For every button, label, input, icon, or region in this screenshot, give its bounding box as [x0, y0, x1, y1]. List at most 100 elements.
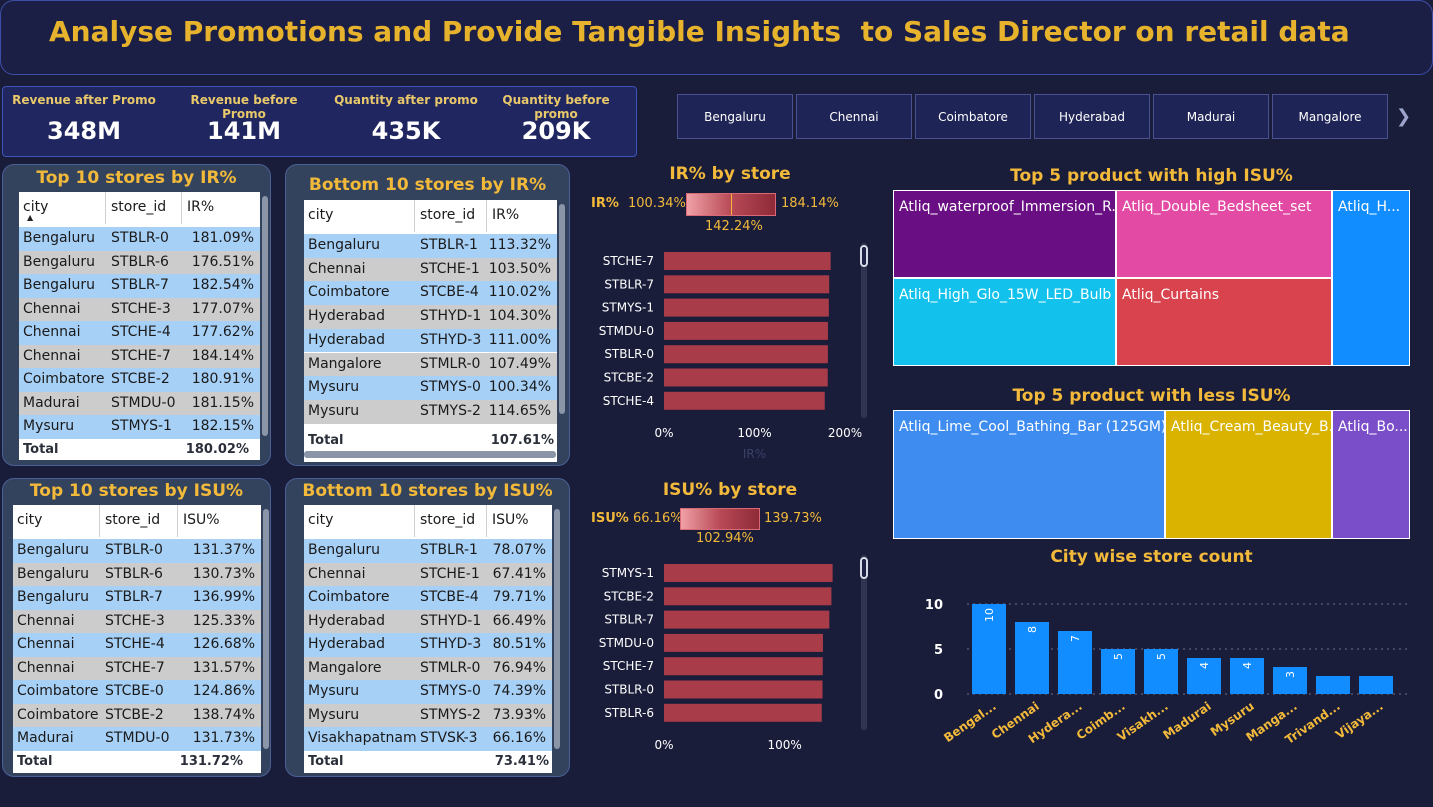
- treemap-tile[interactable]: Atliq_H...: [1333, 191, 1409, 365]
- column-header[interactable]: ISU%: [183, 512, 220, 528]
- table-header: city store_id ISU%: [304, 505, 552, 537]
- table-row[interactable]: Bengaluru STBLR-1 113.32%: [304, 234, 557, 258]
- table-cell: 182.15%: [191, 418, 254, 434]
- tile-label: Atliq_H...: [1338, 199, 1401, 215]
- tick-label: 200%: [828, 426, 862, 440]
- table-row[interactable]: Bengaluru STBLR-7 182.54%: [19, 274, 260, 298]
- table-row[interactable]: Chennai STCHE-4 177.62%: [19, 321, 260, 345]
- legend-max: 184.14%: [781, 196, 839, 211]
- table-row[interactable]: Madurai STMDU-0 181.15%: [19, 391, 260, 415]
- table-cell: Madurai: [17, 730, 74, 746]
- treemap-tile[interactable]: Atliq_Lime_Cool_Bathing_Bar (125GM): [894, 411, 1166, 538]
- table-row[interactable]: Bengaluru STBLR-1 78.07%: [304, 539, 552, 563]
- table-cell: Bengaluru: [23, 253, 95, 270]
- table-row[interactable]: Coimbatore STCBE-0 124.86%: [13, 680, 261, 704]
- chevron-right-icon[interactable]: ❯: [1396, 106, 1411, 127]
- legend-label: IR%: [591, 196, 619, 211]
- table-row[interactable]: Chennai STCHE-3 125.33%: [13, 609, 261, 633]
- bottom-ir-table: city store_id IR% Bengaluru STBLR-1 113.32% Ch…: [304, 200, 557, 462]
- table-row[interactable]: Chennai STCHE-7 184.14%: [19, 344, 260, 368]
- sort-ascending-icon[interactable]: ▲: [27, 213, 33, 222]
- table-cell: 78.07%: [492, 542, 546, 558]
- slicer-city[interactable]: Madurai: [1153, 94, 1269, 139]
- category-label: Madurai: [1160, 699, 1213, 742]
- table-row[interactable]: Chennai STCHE-1 67.41%: [304, 562, 552, 586]
- table-row[interactable]: Bengaluru STBLR-6 176.51%: [19, 250, 260, 274]
- table-row[interactable]: Chennai STCHE-4 126.68%: [13, 633, 261, 657]
- table-row[interactable]: Mysuru STMYS-0 74.39%: [304, 680, 552, 704]
- scroll-thumb[interactable]: [860, 245, 868, 267]
- table-row[interactable]: Hyderabad STHYD-3 80.51%: [304, 633, 552, 657]
- column-header[interactable]: IR%: [492, 207, 519, 223]
- table-header: city store_id ISU%: [13, 505, 261, 537]
- treemap-tile[interactable]: Atliq_Cream_Beauty_B...: [1166, 411, 1342, 538]
- table-cell: 107.49%: [488, 355, 551, 372]
- slicer-city[interactable]: Bengaluru: [677, 94, 793, 139]
- horizontal-scrollbar[interactable]: [304, 451, 556, 458]
- slicer-city[interactable]: Mangalore: [1272, 94, 1388, 139]
- table-cell: STHYD-3: [420, 331, 482, 348]
- table-row[interactable]: Hyderabad STHYD-3 111.00%: [304, 328, 557, 353]
- bar: [1359, 676, 1393, 694]
- table-row[interactable]: Madurai STMDU-0 131.73%: [13, 727, 261, 751]
- table-row[interactable]: Visakhapatnam STVSK-3 66.16%: [304, 727, 552, 751]
- table-scrollbar[interactable]: [263, 509, 269, 749]
- table-cell: STBLR-6: [111, 253, 169, 270]
- table-row[interactable]: Mysuru STMYS-0 100.34%: [304, 376, 557, 400]
- table-row[interactable]: Chennai STCHE-7 131.57%: [13, 656, 261, 680]
- table-row[interactable]: Bengaluru STBLR-0 181.09%: [19, 227, 260, 251]
- kpi-value: 141M: [207, 117, 281, 145]
- table-row[interactable]: Mangalore STMLR-0 76.94%: [304, 656, 552, 680]
- table-row[interactable]: Coimbatore STCBE-4 110.02%: [304, 281, 557, 306]
- table-row[interactable]: Bengaluru STBLR-7 136.99%: [13, 586, 261, 610]
- table-row[interactable]: Mysuru STMYS-2 114.65%: [304, 399, 557, 424]
- bar: [664, 680, 823, 699]
- column-header[interactable]: city: [308, 512, 333, 528]
- table-row[interactable]: Bengaluru STBLR-6 130.73%: [13, 562, 261, 586]
- treemap-tile[interactable]: Atliq_Curtains: [1117, 279, 1331, 365]
- scroll-thumb[interactable]: [860, 557, 868, 579]
- treemap-less-isu: Atliq_Lime_Cool_Bathing_Bar (125GM) Atli…: [893, 410, 1410, 539]
- table-cell: STCHE-7: [111, 347, 171, 364]
- table-cell: STCBE-2: [105, 706, 164, 723]
- table-cell: Mysuru: [308, 402, 360, 419]
- table-row[interactable]: Hyderabad STHYD-1 104.30%: [304, 305, 557, 329]
- table-row[interactable]: Coimbatore STCBE-2 180.91%: [19, 368, 260, 392]
- table-scrollbar[interactable]: [554, 509, 560, 749]
- treemap-tile[interactable]: Atliq_waterproof_Immersion_R...: [894, 191, 1125, 277]
- table-row[interactable]: Chennai STCHE-3 177.07%: [19, 297, 260, 321]
- column-header[interactable]: city: [17, 512, 42, 528]
- table-scrollbar[interactable]: [262, 196, 268, 436]
- legend-label: ISU%: [591, 511, 629, 526]
- axis-label: IR%: [743, 447, 766, 461]
- table-cell: 180.91%: [191, 371, 254, 387]
- table-row[interactable]: Hyderabad STHYD-1 66.49%: [304, 609, 552, 633]
- column-header[interactable]: store_id: [111, 199, 166, 215]
- column-header[interactable]: store_id: [420, 207, 475, 223]
- table-cell: Bengaluru: [17, 565, 89, 582]
- chart-scrollbar[interactable]: [860, 243, 868, 418]
- slicer-city[interactable]: Coimbatore: [915, 94, 1031, 139]
- treemap-tile[interactable]: Atliq_High_Glo_15W_LED_Bulb: [894, 279, 1115, 365]
- table-row[interactable]: Mangalore STMLR-0 107.49%: [304, 352, 557, 377]
- bar: [664, 587, 832, 606]
- table-row[interactable]: Mysuru STMYS-1 182.15%: [19, 415, 260, 439]
- table-row[interactable]: Coimbatore STCBE-2 138.74%: [13, 703, 261, 727]
- table-scrollbar[interactable]: [559, 204, 565, 414]
- table-row[interactable]: Bengaluru STBLR-0 131.37%: [13, 539, 261, 563]
- column-header[interactable]: IR%: [187, 199, 214, 215]
- column-header[interactable]: city: [308, 207, 333, 223]
- chart-scrollbar[interactable]: [860, 555, 868, 730]
- card-title: Top 10 stores by ISU%: [29, 481, 244, 501]
- tile-label: Atliq_High_Glo_15W_LED_Bulb: [899, 287, 1112, 303]
- treemap-tile[interactable]: Atliq_Double_Bedsheet_set: [1117, 191, 1331, 277]
- slicer-city[interactable]: Hyderabad: [1034, 94, 1150, 139]
- column-header[interactable]: store_id: [420, 512, 475, 528]
- slicer-city[interactable]: Chennai: [796, 94, 912, 139]
- column-header[interactable]: store_id: [105, 512, 160, 528]
- table-row[interactable]: Coimbatore STCBE-4 79.71%: [304, 586, 552, 610]
- treemap-tile[interactable]: Atliq_Bo...: [1333, 411, 1409, 538]
- table-row[interactable]: Mysuru STMYS-2 73.93%: [304, 703, 552, 727]
- column-header[interactable]: ISU%: [492, 512, 529, 528]
- table-row[interactable]: Chennai STCHE-1 103.50%: [304, 257, 557, 282]
